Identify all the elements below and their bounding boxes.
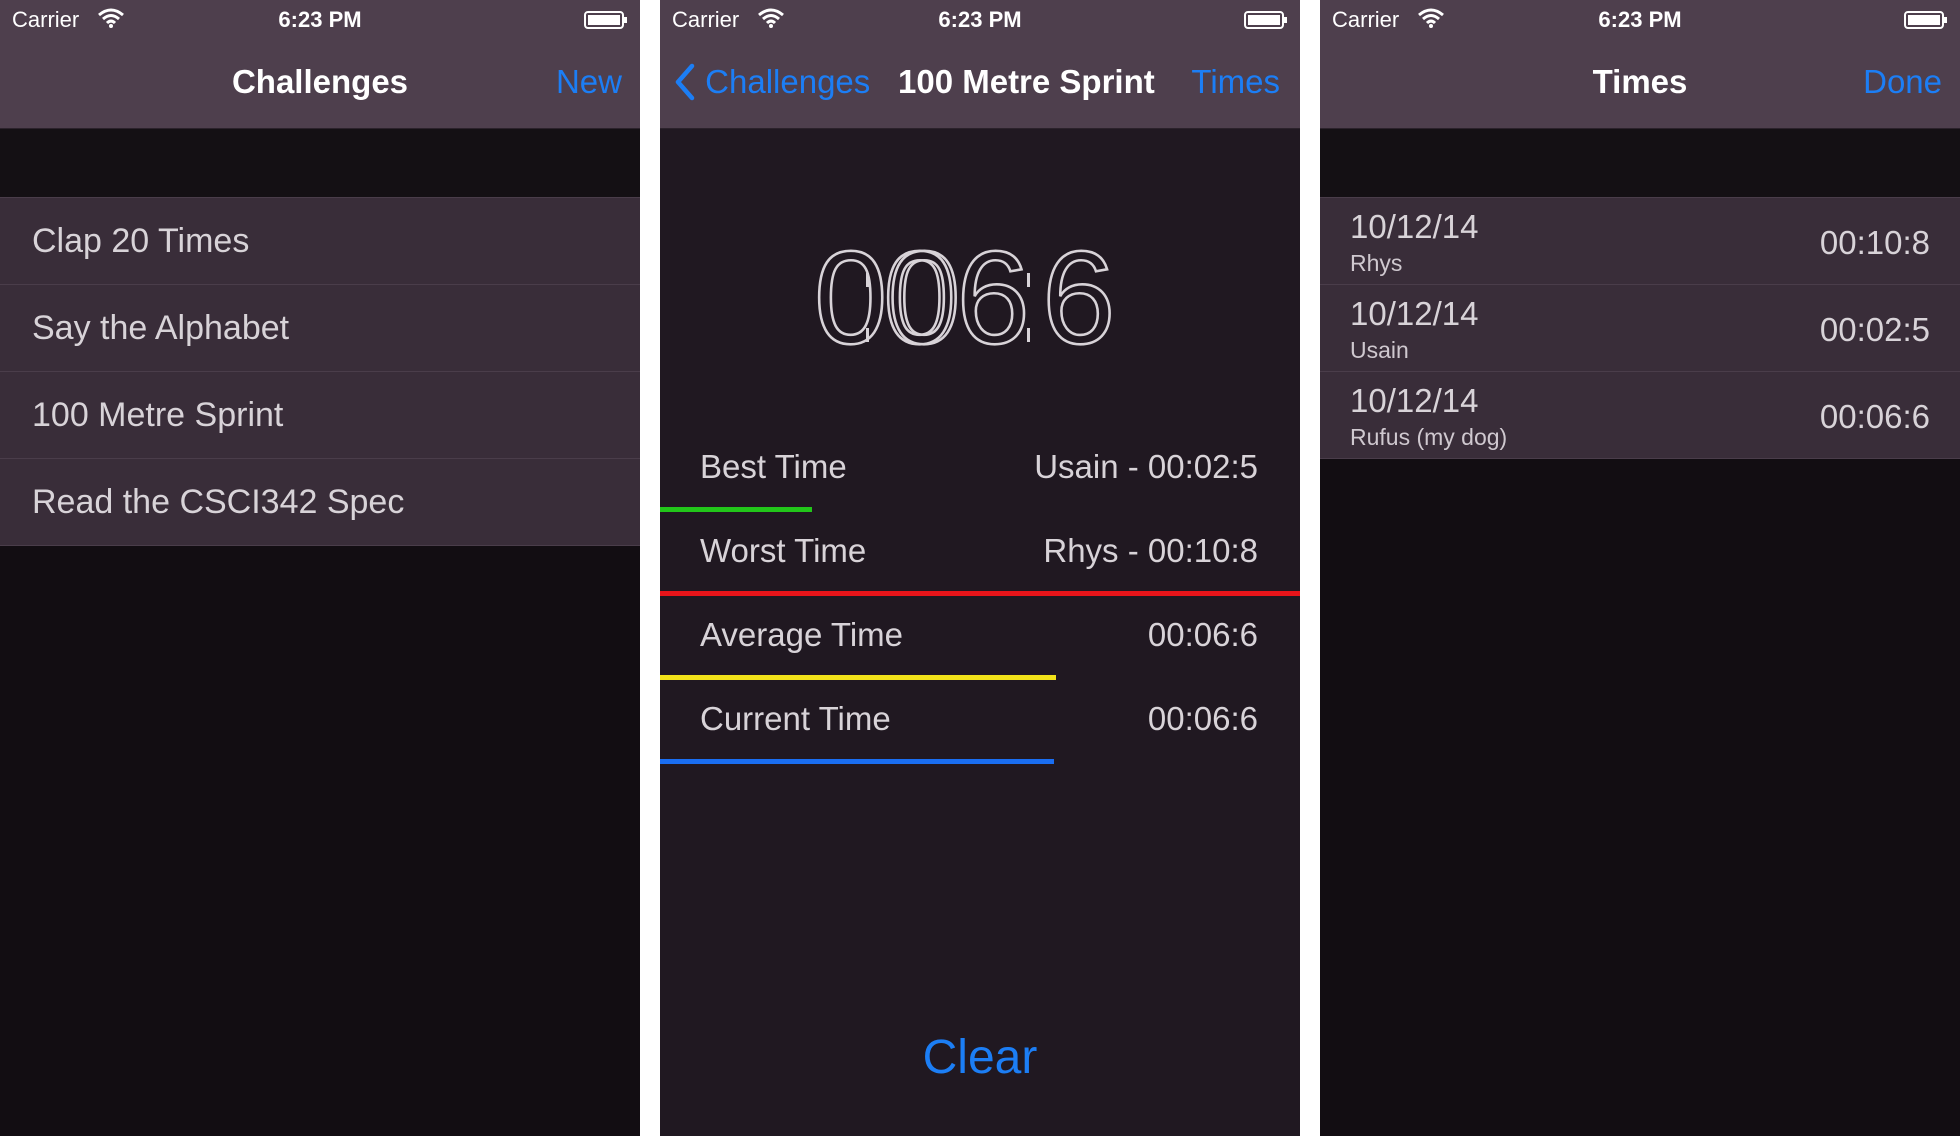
row-time: 00:10:8 xyxy=(1819,224,1930,261)
timer-separator xyxy=(1027,273,1030,287)
best-time-label: Best Time xyxy=(700,448,847,485)
section-header xyxy=(0,129,640,197)
timer-tenths: 6 xyxy=(1042,224,1115,355)
average-time-row: Average Time 00:06:6 xyxy=(660,596,1300,680)
current-time-row: Current Time 00:06:6 xyxy=(660,680,1300,764)
battery-icon xyxy=(1904,11,1947,29)
list-item[interactable]: 100 Metre Sprint xyxy=(0,371,640,458)
section-header xyxy=(1320,129,1960,197)
challenge-detail-screen: Carrier 6:23 PM Challenges 100 Metre Spr… xyxy=(660,0,1300,1136)
list-item-label: Read the CSCI342 Spec xyxy=(32,483,405,521)
challenges-screen: Carrier 6:23 PM Challenges New Clap 20 T… xyxy=(0,0,640,1136)
row-date: 10/12/14 xyxy=(1350,208,1479,245)
timer-seconds: 06 xyxy=(883,224,1030,355)
battery-icon xyxy=(1244,11,1287,29)
row-name: Usain xyxy=(1350,337,1409,363)
navigation-bar: Times Done xyxy=(1320,40,1960,129)
worst-time-label: Worst Time xyxy=(700,532,867,569)
page-title: 100 Metre Sprint xyxy=(898,63,1155,100)
row-time: 00:02:5 xyxy=(1819,311,1930,348)
status-time: 6:23 PM xyxy=(278,7,362,32)
stopwatch-display: 00 06 6 xyxy=(813,223,1117,355)
row-date: 10/12/14 xyxy=(1350,295,1479,332)
chevron-left-icon xyxy=(675,63,695,101)
page-title: Challenges xyxy=(231,63,409,100)
navigation-bar: Challenges 100 Metre Sprint Times xyxy=(660,40,1300,129)
best-time-row: Best Time Usain - 00:02:5 xyxy=(660,428,1300,512)
list-item-label: Clap 20 Times xyxy=(32,222,250,260)
status-bar: Carrier 6:23 PM xyxy=(0,0,640,40)
current-time-bar xyxy=(660,759,1054,764)
times-list: 10/12/14 Rhys 00:10:8 10/12/14 Usain 00:… xyxy=(1320,197,1960,459)
table-row[interactable]: 10/12/14 Usain 00:02:5 xyxy=(1320,284,1960,371)
current-time-value: 00:06:6 xyxy=(1147,700,1258,737)
best-time-value: Usain - 00:02:5 xyxy=(1034,448,1258,485)
table-row[interactable]: 10/12/14 Rhys 00:10:8 xyxy=(1320,197,1960,284)
clear-button[interactable]: Clear xyxy=(660,1030,1300,1085)
status-bar: Carrier 6:23 PM xyxy=(1320,0,1960,40)
status-time: 6:23 PM xyxy=(1598,7,1682,32)
new-button[interactable]: New xyxy=(556,63,622,101)
list-item-label: Say the Alphabet xyxy=(32,309,290,347)
row-time: 00:06:6 xyxy=(1819,398,1930,435)
list-item[interactable]: Read the CSCI342 Spec xyxy=(0,458,640,546)
done-button[interactable]: Done xyxy=(1863,63,1942,101)
row-date: 10/12/14 xyxy=(1350,382,1479,419)
row-name: Rufus (my dog) xyxy=(1350,424,1508,450)
row-name: Rhys xyxy=(1350,250,1403,276)
current-time-label: Current Time xyxy=(700,700,891,737)
status-bar: Carrier 6:23 PM xyxy=(660,0,1300,40)
times-button[interactable]: Times xyxy=(1191,63,1280,101)
navigation-bar: Challenges New xyxy=(0,40,640,129)
back-button[interactable]: Challenges xyxy=(674,63,870,101)
battery-icon xyxy=(584,11,627,29)
list-item[interactable]: Say the Alphabet xyxy=(0,284,640,371)
worst-time-value: Rhys - 00:10:8 xyxy=(1043,532,1258,569)
timer-separator xyxy=(866,273,869,287)
list-item[interactable]: Clap 20 Times xyxy=(0,197,640,284)
status-time: 6:23 PM xyxy=(938,7,1022,32)
list-item-label: 100 Metre Sprint xyxy=(32,396,284,434)
average-time-value: 00:06:6 xyxy=(1147,616,1258,653)
worst-time-row: Worst Time Rhys - 00:10:8 xyxy=(660,512,1300,596)
timer-separator xyxy=(866,328,869,342)
challenge-list: Clap 20 Times Say the Alphabet 100 Metre… xyxy=(0,197,640,546)
timer-separator xyxy=(1027,328,1030,342)
table-row[interactable]: 10/12/14 Rufus (my dog) 00:06:6 xyxy=(1320,371,1960,459)
average-time-label: Average Time xyxy=(700,616,903,653)
times-screen: Carrier 6:23 PM Times Done 10/12/14 Rhys… xyxy=(1320,0,1960,1136)
back-button-label: Challenges xyxy=(705,63,871,100)
